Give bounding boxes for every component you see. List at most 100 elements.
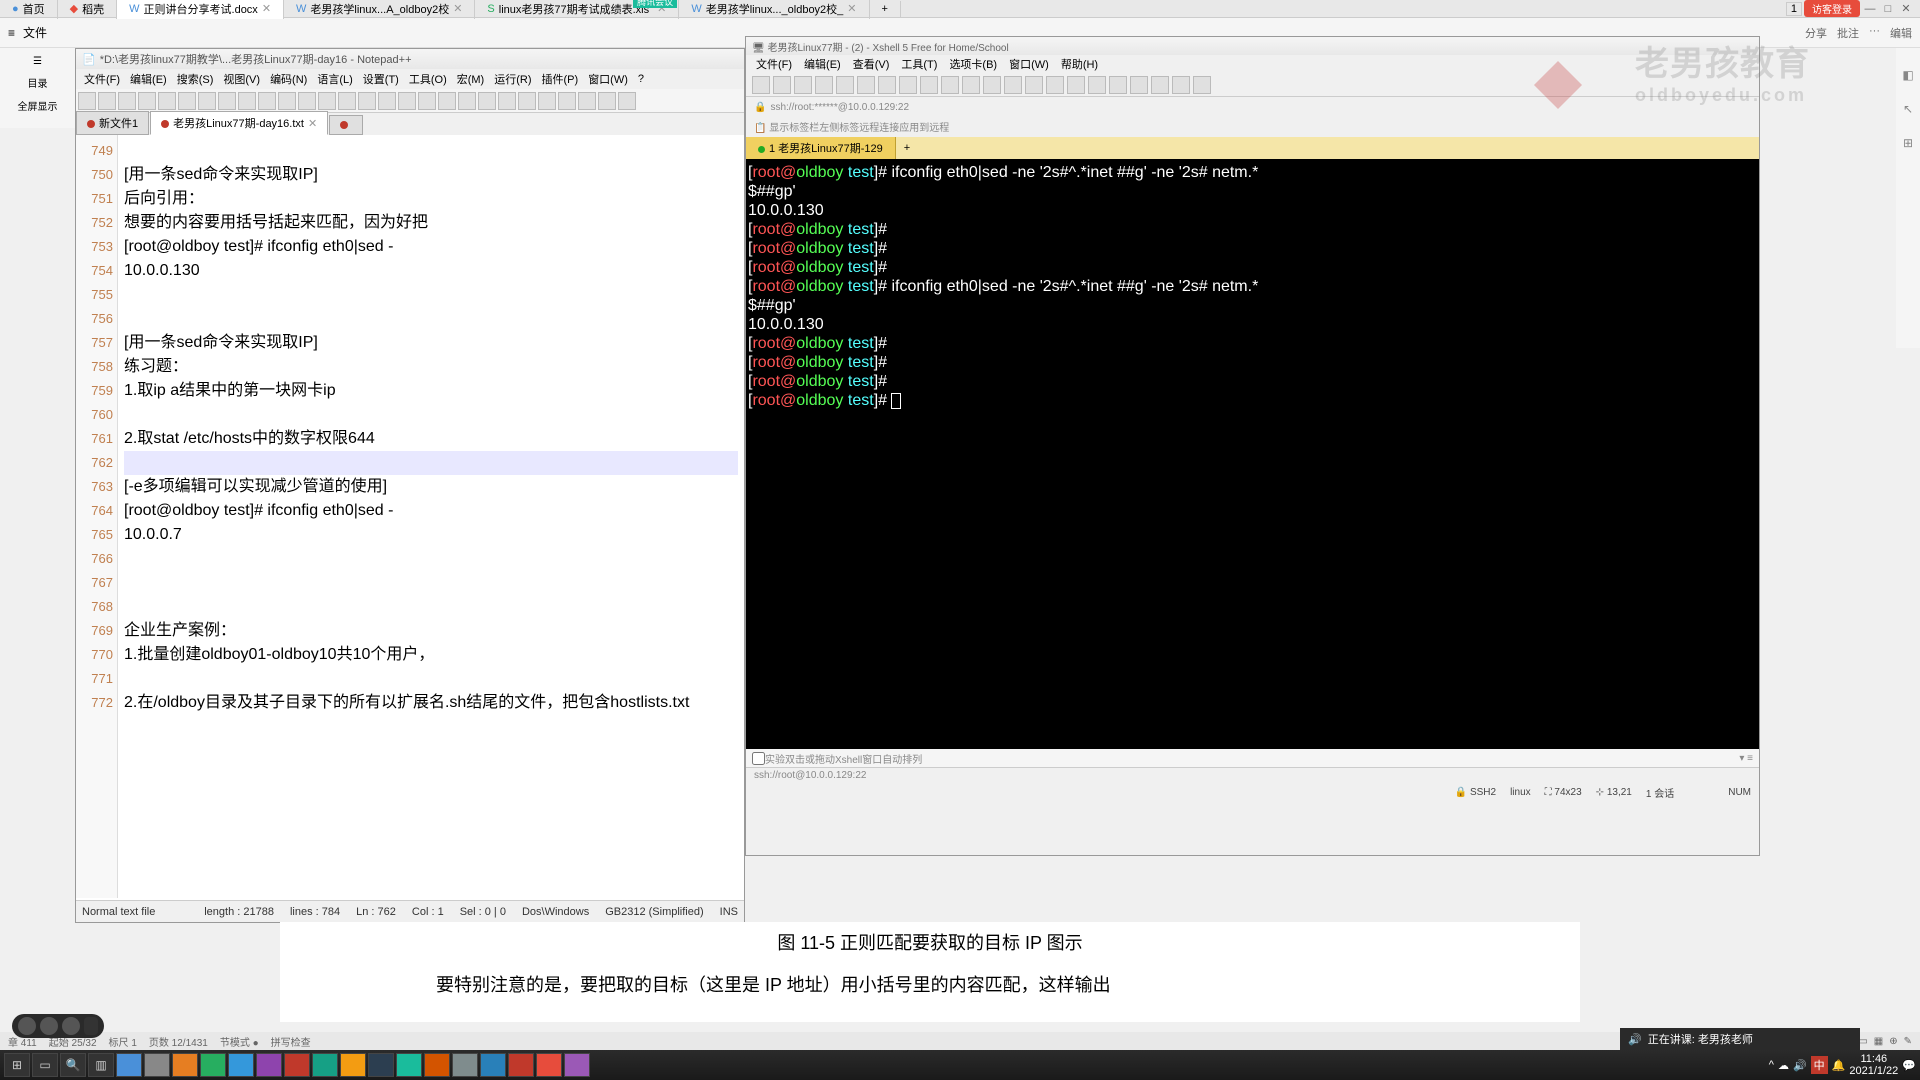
toolbar-icon[interactable] bbox=[598, 92, 616, 110]
menu-file[interactable]: 文件(F) bbox=[80, 69, 124, 89]
panel-icon[interactable]: ⊞ bbox=[1903, 136, 1913, 150]
xs-menu-tools[interactable]: 工具(T) bbox=[897, 56, 941, 72]
toolbar-icon[interactable] bbox=[138, 92, 156, 110]
tray-icon[interactable]: 🔊 bbox=[1793, 1059, 1807, 1072]
task-icon[interactable]: ▥ bbox=[88, 1053, 114, 1077]
taskbar-app[interactable] bbox=[116, 1053, 142, 1077]
xshell-checkbox[interactable] bbox=[752, 752, 765, 765]
toolbar-icon[interactable] bbox=[962, 76, 980, 94]
toolbar-icon[interactable] bbox=[1151, 76, 1169, 94]
menu-window[interactable]: 窗口(W) bbox=[584, 69, 632, 89]
file-menu[interactable]: 文件 bbox=[23, 24, 47, 41]
toolbar-icon[interactable] bbox=[198, 92, 216, 110]
view-icon[interactable]: ⊕ bbox=[1889, 1036, 1897, 1047]
taskview-icon[interactable]: ▭ bbox=[32, 1053, 58, 1077]
toolbar-icon[interactable] bbox=[794, 76, 812, 94]
taskbar-app[interactable] bbox=[564, 1053, 590, 1077]
xshell-address-bar[interactable]: 🔒ssh://root:******@10.0.0.129:22 bbox=[746, 97, 1759, 117]
xs-menu-view[interactable]: 查看(V) bbox=[849, 56, 894, 72]
taskbar-app[interactable] bbox=[200, 1053, 226, 1077]
view-icon[interactable]: ✎ bbox=[1904, 1036, 1912, 1047]
more-icon[interactable]: ··· bbox=[1869, 25, 1880, 41]
taskbar-app[interactable] bbox=[536, 1053, 562, 1077]
toolbar-icon[interactable] bbox=[941, 76, 959, 94]
menu-plugins[interactable]: 插件(P) bbox=[538, 69, 583, 89]
taskbar-clock[interactable]: 11:462021/1/22 bbox=[1849, 1053, 1898, 1077]
menu-run[interactable]: 运行(R) bbox=[490, 69, 535, 89]
toolbar-icon[interactable] bbox=[238, 92, 256, 110]
new-tab-button[interactable]: + bbox=[870, 1, 901, 17]
taskbar-app[interactable] bbox=[144, 1053, 170, 1077]
toolbar-icon[interactable] bbox=[258, 92, 276, 110]
toolbar-icon[interactable] bbox=[438, 92, 456, 110]
sidebar-fullscreen[interactable]: 全屏显示 bbox=[0, 94, 75, 117]
panel-icon[interactable]: ↖ bbox=[1903, 102, 1913, 116]
tray-icon[interactable]: 💬 bbox=[1902, 1059, 1916, 1072]
npp-editor[interactable]: 7497507517527537547557567577587597607617… bbox=[76, 135, 744, 898]
toolbar-icon[interactable] bbox=[478, 92, 496, 110]
toolbar-icon[interactable] bbox=[1004, 76, 1022, 94]
menu-search[interactable]: 搜索(S) bbox=[173, 69, 218, 89]
toolbar-icon[interactable] bbox=[878, 76, 896, 94]
toolbar-icon[interactable] bbox=[815, 76, 833, 94]
guest-login-button[interactable]: 访客登录 bbox=[1804, 0, 1860, 17]
xs-menu-tabs[interactable]: 选项卡(B) bbox=[945, 56, 1001, 72]
taskbar-app[interactable] bbox=[256, 1053, 282, 1077]
toolbar-icon[interactable] bbox=[618, 92, 636, 110]
float-icon[interactable] bbox=[62, 1017, 80, 1035]
taskbar-app[interactable] bbox=[368, 1053, 394, 1077]
taskbar-app[interactable] bbox=[172, 1053, 198, 1077]
toolbar-icon[interactable] bbox=[338, 92, 356, 110]
taskbar-app[interactable] bbox=[228, 1053, 254, 1077]
menu-tools[interactable]: 工具(O) bbox=[405, 69, 451, 89]
toolbar-icon[interactable] bbox=[278, 92, 296, 110]
xs-menu-edit[interactable]: 编辑(E) bbox=[800, 56, 845, 72]
toolbar-icon[interactable] bbox=[1193, 76, 1211, 94]
xshell-new-tab[interactable]: + bbox=[896, 139, 918, 157]
maximize-icon[interactable]: □ bbox=[1880, 3, 1896, 15]
toolbar-icon[interactable] bbox=[418, 92, 436, 110]
terminal[interactable]: [root@oldboy test]# ifconfig eth0|sed -n… bbox=[746, 159, 1759, 749]
comment-button[interactable]: 批注 bbox=[1837, 25, 1859, 41]
close-icon[interactable]: ✕ bbox=[262, 2, 271, 15]
toolbar-icon[interactable] bbox=[458, 92, 476, 110]
toolbar-icon[interactable] bbox=[178, 92, 196, 110]
taskbar-app[interactable] bbox=[480, 1053, 506, 1077]
close-icon[interactable]: ✕ bbox=[847, 2, 856, 15]
npp-tab-active[interactable]: 老男孩Linux77期-day16.txt✕ bbox=[150, 111, 328, 135]
menu-language[interactable]: 语言(L) bbox=[313, 69, 356, 89]
xs-menu-window[interactable]: 窗口(W) bbox=[1005, 56, 1053, 72]
sidebar-item[interactable]: ☰ bbox=[0, 52, 75, 71]
tab-doc2[interactable]: W老男孩学linux...A_oldboy2校 ✕ bbox=[284, 0, 475, 19]
taskbar-app[interactable] bbox=[452, 1053, 478, 1077]
toolbar-icon[interactable] bbox=[498, 92, 516, 110]
taskbar-app[interactable] bbox=[340, 1053, 366, 1077]
toolbar-icon[interactable] bbox=[558, 92, 576, 110]
share-button[interactable]: 分享 bbox=[1805, 25, 1827, 41]
menu-settings[interactable]: 设置(T) bbox=[359, 69, 403, 89]
toolbar-icon[interactable] bbox=[158, 92, 176, 110]
tray-icon[interactable]: ^ bbox=[1769, 1059, 1774, 1071]
toolbar-icon[interactable] bbox=[318, 92, 336, 110]
toolbar-icon[interactable] bbox=[899, 76, 917, 94]
menu-macro[interactable]: 宏(M) bbox=[453, 69, 489, 89]
tab-doc3[interactable]: W老男孩学linux..._oldboy2校_ ✕ bbox=[679, 0, 869, 19]
toolbar-icon[interactable] bbox=[398, 92, 416, 110]
tab-home[interactable]: ●首页 bbox=[0, 0, 58, 19]
xshell-session-tab[interactable]: 1 老男孩Linux77期-129 bbox=[746, 137, 896, 159]
toolbar-icon[interactable] bbox=[538, 92, 556, 110]
close-icon[interactable]: ✕ bbox=[1898, 2, 1914, 15]
toolbar-icon[interactable] bbox=[752, 76, 770, 94]
toolbar-icon[interactable] bbox=[1088, 76, 1106, 94]
xs-menu-file[interactable]: 文件(F) bbox=[752, 56, 796, 72]
menu-icon[interactable]: ≡ bbox=[8, 26, 15, 40]
tray-ime[interactable]: 中 bbox=[1811, 1056, 1828, 1074]
toolbar-icon[interactable] bbox=[78, 92, 96, 110]
npp-tab[interactable]: 新文件1 bbox=[76, 111, 149, 135]
menu-encoding[interactable]: 编码(N) bbox=[266, 69, 311, 89]
taskbar-app[interactable] bbox=[284, 1053, 310, 1077]
tray-icon[interactable]: 🔔 bbox=[1832, 1059, 1846, 1072]
toolbar-icon[interactable] bbox=[578, 92, 596, 110]
toolbar-icon[interactable] bbox=[1130, 76, 1148, 94]
code-area[interactable]: [用一条sed命令来实现取IP]后向引用：想要的内容要用括号括起来匹配，因为好把… bbox=[118, 135, 744, 898]
